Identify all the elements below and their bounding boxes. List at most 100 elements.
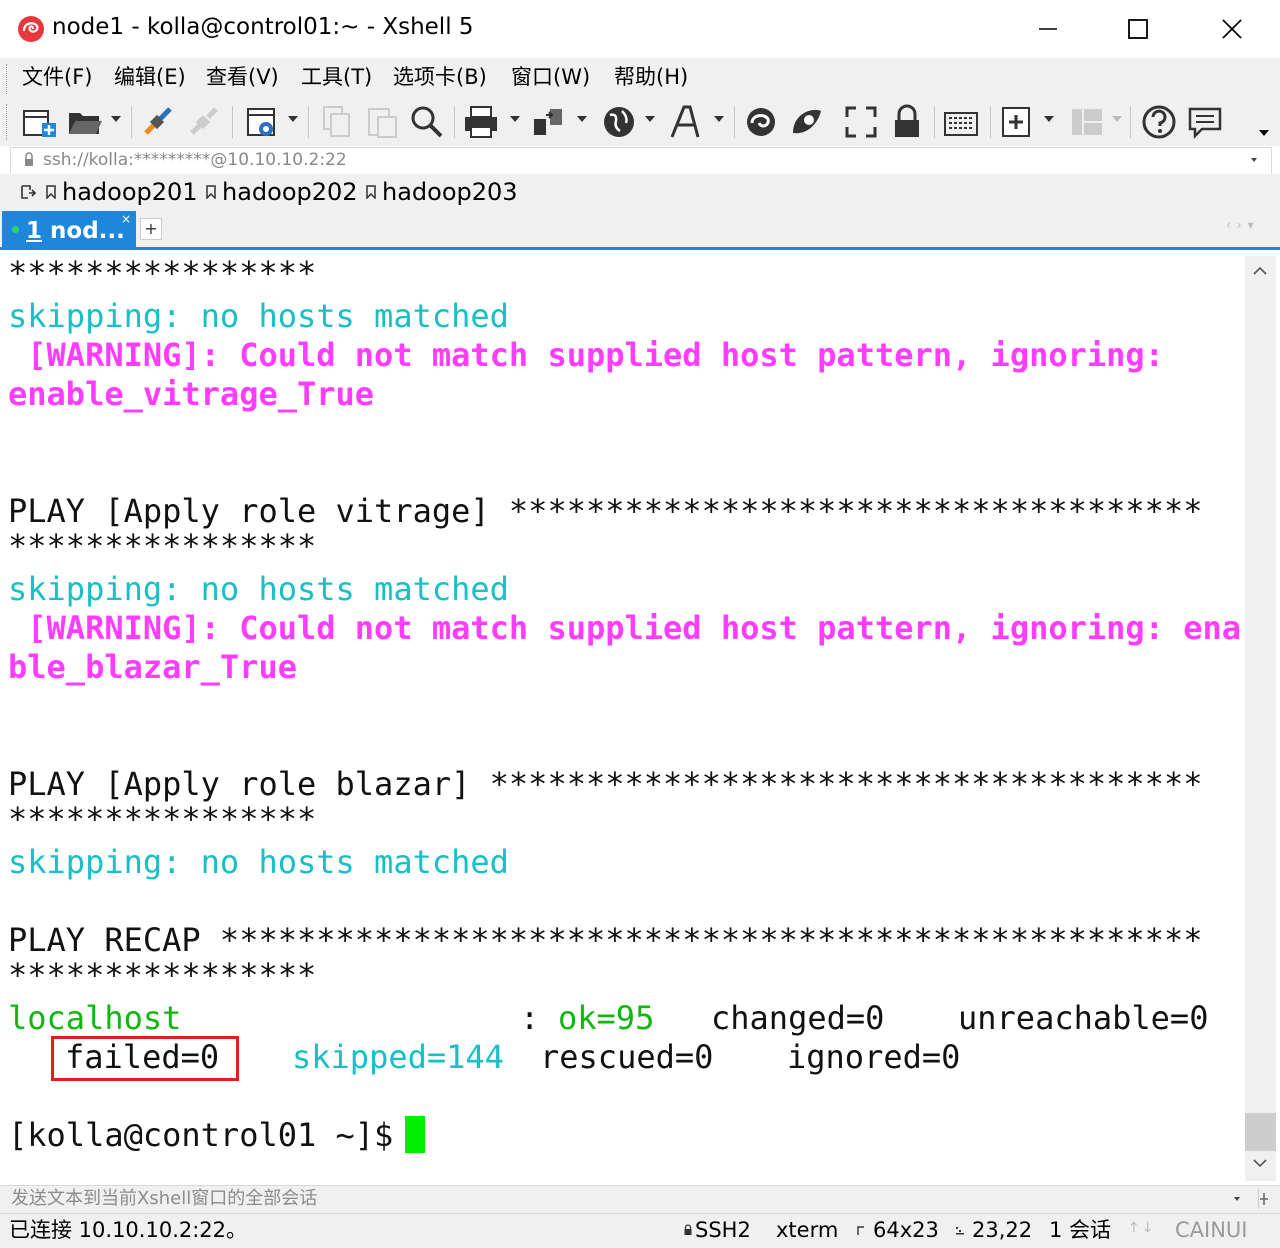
cursor-position-icon bbox=[956, 1227, 964, 1235]
tab-number: 1 bbox=[26, 218, 43, 244]
ssh-lock-icon bbox=[684, 1224, 692, 1235]
maximize-icon bbox=[1128, 19, 1148, 39]
bookmark-icon bbox=[46, 185, 56, 199]
lock-icon[interactable] bbox=[888, 103, 926, 141]
status-protocol: SSH2 bbox=[695, 1218, 751, 1242]
menu-grip[interactable] bbox=[6, 64, 10, 94]
address-dropdown-icon[interactable] bbox=[1251, 158, 1257, 162]
terminal-cursor bbox=[405, 1116, 425, 1153]
recap-host: localhost bbox=[8, 999, 182, 1037]
maximize-button[interactable] bbox=[1092, 0, 1184, 58]
toolbar-separator bbox=[734, 106, 735, 138]
terminal-line: skipping: no hosts matched bbox=[8, 297, 509, 335]
link-hadoop201[interactable]: hadoop201 bbox=[62, 177, 198, 207]
status-terminal-type: xterm bbox=[776, 1218, 839, 1242]
failed-highlight-box bbox=[51, 1036, 239, 1081]
menu-view[interactable]: 查看(V) bbox=[206, 62, 279, 92]
shell-prompt: [kolla@control01 ~]$ bbox=[8, 1116, 413, 1154]
link-hadoop202[interactable]: hadoop202 bbox=[222, 177, 358, 207]
recap-changed: changed=0 bbox=[711, 999, 885, 1037]
reconnect-icon[interactable] bbox=[140, 103, 178, 141]
new-tab-button[interactable]: + bbox=[140, 218, 162, 240]
terminal-line: **************** bbox=[8, 800, 317, 838]
chat-icon[interactable] bbox=[1186, 103, 1224, 141]
terminal-line: PLAY [Apply role blazar] ***************… bbox=[8, 765, 1203, 803]
paste-icon[interactable] bbox=[364, 103, 402, 141]
keyboard-icon[interactable] bbox=[942, 103, 980, 141]
menu-tools[interactable]: 工具(T) bbox=[301, 62, 372, 92]
scroll-up-icon[interactable] bbox=[1253, 266, 1267, 276]
layout-dropdown-icon[interactable] bbox=[1112, 116, 1122, 122]
links-bar-icon[interactable] bbox=[20, 184, 36, 200]
menu-help[interactable]: 帮助(H) bbox=[614, 62, 688, 92]
properties-icon[interactable] bbox=[244, 103, 282, 141]
transfer-dropdown-icon[interactable] bbox=[577, 116, 587, 122]
recap-ok: ok=95 bbox=[558, 999, 655, 1037]
menu-window[interactable]: 窗口(W) bbox=[511, 62, 590, 92]
xftp-icon[interactable] bbox=[742, 103, 780, 141]
print-dropdown-icon[interactable] bbox=[510, 116, 520, 122]
fullscreen-icon[interactable] bbox=[842, 103, 880, 141]
globe-icon[interactable] bbox=[600, 103, 638, 141]
globe-dropdown-icon[interactable] bbox=[645, 116, 655, 122]
open-icon[interactable] bbox=[66, 103, 104, 141]
print-icon[interactable] bbox=[462, 103, 500, 141]
compose-dropdown-icon[interactable] bbox=[1234, 1197, 1240, 1201]
size-icon bbox=[857, 1226, 864, 1235]
add-icon[interactable] bbox=[998, 103, 1036, 141]
toolbar-separator bbox=[990, 106, 991, 138]
properties-dropdown-icon[interactable] bbox=[288, 116, 298, 122]
toolbar-overflow-icon[interactable] bbox=[1259, 130, 1269, 136]
status-sessions: 1 会话 bbox=[1049, 1218, 1112, 1242]
recap-rescued: rescued=0 bbox=[540, 1038, 714, 1076]
session-nav-arrows-icon[interactable]: ↑↓ bbox=[1128, 1220, 1155, 1236]
tab-bar bbox=[0, 210, 1280, 250]
address-lock-icon bbox=[25, 152, 33, 166]
menu-edit[interactable]: 编辑(E) bbox=[114, 62, 186, 92]
terminal-line: [WARNING]: Could not match supplied host… bbox=[8, 336, 1164, 374]
new-session-icon[interactable] bbox=[20, 103, 58, 141]
find-icon[interactable] bbox=[408, 103, 446, 141]
tab-title: nod... bbox=[42, 218, 125, 244]
toolbar-grip[interactable] bbox=[6, 104, 10, 140]
menu-file[interactable]: 文件(F) bbox=[22, 62, 92, 92]
status-connection: 已连接 10.10.10.2:22。 bbox=[9, 1218, 248, 1242]
bookmark-icon bbox=[366, 185, 376, 199]
link-hadoop203[interactable]: hadoop203 bbox=[382, 177, 518, 207]
add-dropdown-icon[interactable] bbox=[1044, 116, 1054, 122]
tab-label: 1 nod... bbox=[26, 216, 125, 246]
layout-icon[interactable] bbox=[1068, 103, 1106, 141]
copy-icon[interactable] bbox=[318, 103, 356, 141]
xshell-logo-icon bbox=[18, 16, 44, 42]
toolbar-separator bbox=[934, 106, 935, 138]
open-dropdown-icon[interactable] bbox=[111, 116, 121, 122]
toolbar-separator bbox=[1130, 106, 1131, 138]
transfer-icon[interactable] bbox=[530, 103, 568, 141]
terminal-line: **************** bbox=[8, 956, 317, 994]
close-button[interactable] bbox=[1186, 0, 1278, 58]
scrollbar-thumb[interactable] bbox=[1245, 1113, 1276, 1151]
terminal-line: **************** bbox=[8, 254, 317, 292]
disconnect-icon[interactable] bbox=[186, 103, 224, 141]
tab-nav-arrows-icon[interactable]: ‹›▾ bbox=[1226, 218, 1260, 232]
help-icon[interactable] bbox=[1140, 103, 1178, 141]
minimize-button[interactable] bbox=[1002, 0, 1094, 58]
address-input[interactable]: ssh://kolla:*********@10.10.10.2:22 bbox=[43, 148, 347, 172]
scroll-down-icon[interactable] bbox=[1253, 1158, 1267, 1168]
status-caps: CAINUI bbox=[1175, 1218, 1248, 1242]
xmanager-icon[interactable] bbox=[788, 103, 826, 141]
compose-input[interactable]: 发送文本到当前Xshell窗口的全部会话 bbox=[11, 1188, 317, 1210]
terminal-line: ble_blazar_True bbox=[8, 648, 297, 686]
terminal-scrollbar[interactable] bbox=[1245, 256, 1276, 1181]
compose-menu-icon[interactable] bbox=[1258, 1189, 1271, 1209]
toolbar-separator bbox=[454, 106, 455, 138]
font-dropdown-icon[interactable] bbox=[714, 116, 724, 122]
window-title: node1 - kolla@control01:~ - Xshell 5 bbox=[52, 14, 474, 40]
connected-status-icon bbox=[12, 226, 19, 233]
toolbar-separator bbox=[131, 106, 132, 138]
terminal-line: [WARNING]: Could not match supplied host… bbox=[8, 609, 1241, 647]
terminal-line: PLAY RECAP *****************************… bbox=[8, 921, 1203, 959]
font-icon[interactable] bbox=[668, 103, 706, 141]
menu-tabs[interactable]: 选项卡(B) bbox=[393, 62, 487, 92]
tab-close-icon[interactable]: × bbox=[121, 212, 131, 226]
